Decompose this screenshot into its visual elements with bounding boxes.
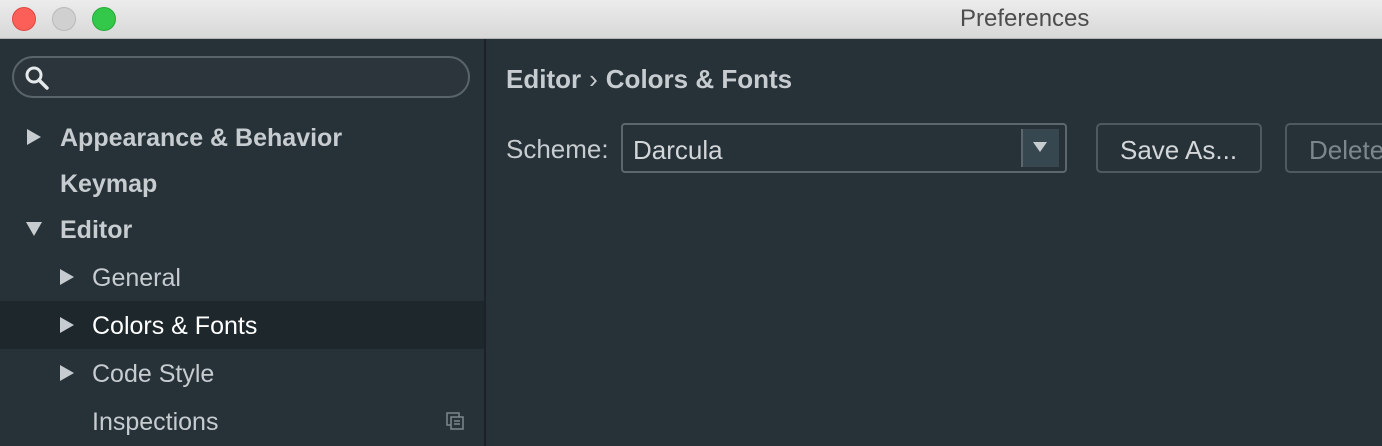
tree-item-general[interactable]: General — [0, 253, 484, 301]
save-as-button-label: Save As... — [1120, 135, 1238, 165]
tree-item-label: Inspections — [92, 408, 219, 436]
tree-item-inspections[interactable]: Inspections — [0, 397, 484, 445]
tree-item-label: Editor — [60, 216, 133, 244]
breadcrumb-current: Colors & Fonts — [605, 64, 793, 94]
delete-button-label: Delete — [1309, 135, 1382, 165]
title-bar: Preferences — [0, 0, 1382, 39]
search-input[interactable] — [12, 56, 470, 98]
delete-button[interactable]: Delete — [1285, 123, 1382, 173]
scheme-select-value: Darcula — [633, 135, 723, 165]
tree-item-label: Code Style — [92, 360, 215, 388]
main-panel: Editor › Colors & Fonts Scheme: Darcula Sa… — [486, 39, 1382, 446]
tree-item-code-style[interactable]: Code Style — [0, 349, 484, 397]
maximize-window-button[interactable] — [92, 7, 116, 31]
tree-item-appearance-behavior[interactable]: Appearance & Behavior — [0, 113, 484, 161]
tree-item-label: Colors & Fonts — [92, 312, 258, 340]
close-window-button[interactable] — [12, 7, 36, 31]
tree-item-label: Appearance & Behavior — [60, 124, 343, 152]
scheme-label: Scheme: — [506, 134, 609, 164]
chevron-down-icon[interactable] — [24, 219, 44, 239]
minimize-window-button[interactable] — [52, 7, 76, 31]
tree-item-keymap[interactable]: Keymap — [0, 159, 484, 207]
tree-item-label: General — [92, 264, 181, 292]
breadcrumb-separator: › — [589, 64, 598, 94]
tree-item-editor[interactable]: Editor — [0, 205, 484, 253]
chevron-right-icon[interactable] — [57, 363, 77, 383]
save-as-button[interactable]: Save As... — [1096, 123, 1262, 173]
chevron-right-icon[interactable] — [24, 127, 44, 147]
tree-item-colors-fonts[interactable]: Colors & Fonts — [0, 301, 484, 349]
settings-sidebar: Appearance & Behavior Keymap Editor Gene… — [0, 39, 486, 446]
tree-item-label: Keymap — [60, 170, 158, 198]
scheme-select[interactable]: Darcula — [621, 123, 1067, 173]
chevron-right-icon[interactable] — [57, 315, 77, 335]
breadcrumb: Editor › Colors & Fonts — [506, 64, 792, 95]
dropdown-arrow-icon — [1033, 142, 1047, 152]
window-title: Preferences — [960, 5, 1090, 32]
chevron-right-icon[interactable] — [57, 267, 77, 287]
search-icon — [25, 66, 49, 90]
copy-icon — [446, 412, 464, 430]
dropdown-button[interactable] — [1021, 129, 1059, 167]
breadcrumb-parent[interactable]: Editor — [506, 64, 581, 94]
